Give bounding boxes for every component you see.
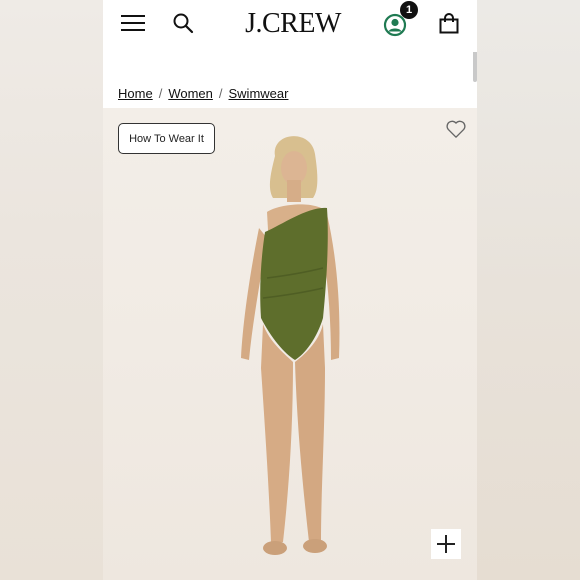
how-to-wear-button[interactable]: How To Wear It [118,123,215,154]
site-header: J.CREW 1 [103,0,477,52]
shopping-bag-icon[interactable] [437,12,461,36]
breadcrumb-swimwear[interactable]: Swimwear [229,86,289,101]
model-wearing-swimsuit [241,136,340,555]
search-icon[interactable] [171,11,195,35]
breadcrumb-home[interactable]: Home [118,86,153,101]
background-blur-right [477,0,580,580]
brand-logo[interactable]: J.CREW [223,8,363,40]
breadcrumb: Home / Women / Swimwear [118,86,288,101]
heart-icon[interactable] [445,119,467,139]
breadcrumb-separator: / [218,86,223,101]
phone-screen: J.CREW 1 Home / Women / Swimwear How To Wear… [103,0,477,580]
cart-count-badge: 1 [400,1,418,19]
breadcrumb-separator: / [158,86,163,101]
menu-icon[interactable] [121,14,145,32]
background-blur-left [0,0,103,580]
product-image[interactable]: How To Wear It [103,108,477,580]
breadcrumb-women[interactable]: Women [168,86,213,101]
plus-icon[interactable] [431,529,461,559]
